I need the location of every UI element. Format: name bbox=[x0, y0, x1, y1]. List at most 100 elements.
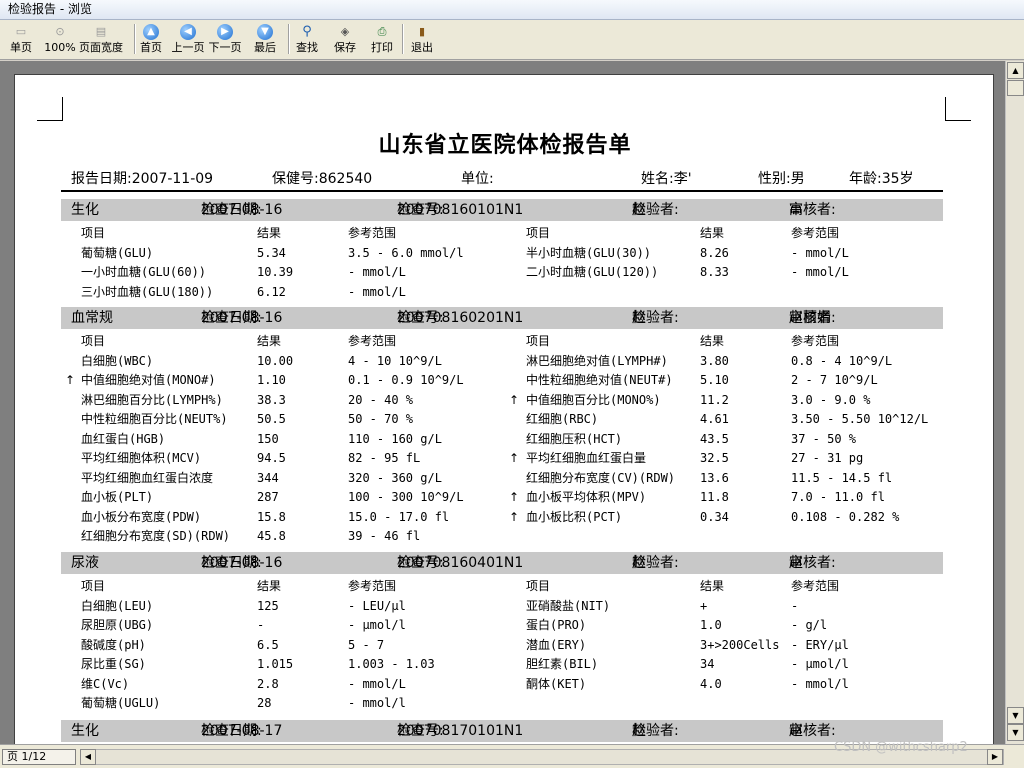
toolbar-label: 打印 bbox=[371, 41, 393, 54]
column-header-row: 项目 结果 参考范围 项目 结果 参考范围 bbox=[15, 226, 995, 242]
test-reference-range: - mmol/L bbox=[348, 285, 406, 299]
table-row: 淋巴细胞百分比(LYMPH%) 38.3 20 - 40 % ↑ 中值细胞百分比(MON… bbox=[15, 393, 995, 409]
toolbar-label: 上一页 bbox=[171, 41, 205, 54]
zoom-100-button[interactable]: ⊙ 100% bbox=[44, 22, 76, 58]
column-header-row: 项目 结果 参考范围 项目 结果 参考范围 bbox=[15, 579, 995, 595]
reviewer-value: 赵丽娟 bbox=[789, 310, 831, 326]
test-item: 淋巴细胞百分比(LYMPH%) bbox=[81, 393, 223, 407]
column-header-result: 结果 bbox=[257, 226, 282, 240]
table-row: 尿比重(SG) 1.015 1.003 - 1.03 胆红素(BIL) 34 - μmol… bbox=[15, 657, 995, 673]
page-margin-corner-left bbox=[37, 97, 63, 121]
test-result: 43.5 bbox=[700, 432, 729, 446]
scroll-up-button[interactable]: ▲ bbox=[1007, 62, 1024, 79]
test-reference-range: 27 - 31 pg bbox=[791, 451, 864, 465]
test-result: 125 bbox=[257, 599, 279, 613]
scroll-left-button[interactable]: ◀ bbox=[80, 749, 96, 765]
test-reference-range: - ERY/μl bbox=[791, 638, 849, 652]
test-item: 半小时血糖(GLU(30)) bbox=[526, 246, 652, 260]
test-reference-range: 50 - 70 % bbox=[348, 412, 414, 426]
column-header-item: 项目 bbox=[526, 334, 551, 348]
test-reference-range: 0.1 - 0.9 10^9/L bbox=[348, 373, 464, 387]
toolbar-label: 最后 bbox=[254, 41, 276, 54]
test-result: 4.0 bbox=[700, 677, 722, 691]
column-header-result: 结果 bbox=[700, 334, 725, 348]
last-page-button[interactable]: ▼ 最后 bbox=[250, 22, 280, 58]
section-header: 生化 检查日期: 2007-08-17 检查号: 200708170101N1 检验者: 赵… bbox=[61, 720, 943, 742]
table-row: 血红蛋白(HGB) 150 110 - 160 g/L 红细胞压积(HCT) 43.5 3… bbox=[15, 432, 995, 448]
test-item: 血小板(PLT) bbox=[81, 490, 154, 504]
column-header-item: 项目 bbox=[81, 226, 106, 240]
vertical-scrollbar[interactable]: ▲ ▼ ▼ bbox=[1005, 61, 1024, 744]
save-button[interactable]: ◈ 保存 bbox=[329, 22, 361, 58]
test-result: 10.00 bbox=[257, 354, 294, 368]
scroll-thumb[interactable] bbox=[1007, 80, 1024, 96]
test-item: 淋巴细胞绝对值(LYMPH#) bbox=[526, 354, 668, 368]
find-button[interactable]: ⚲ 查找 bbox=[292, 22, 322, 58]
test-result: 150 bbox=[257, 432, 279, 446]
table-row: 中性粒细胞百分比(NEUT%) 50.5 50 - 70 % 红细胞(RBC) 4.61… bbox=[15, 412, 995, 428]
test-reference-range: 3.0 - 9.0 % bbox=[791, 393, 871, 407]
test-item: 尿比重(SG) bbox=[81, 657, 146, 671]
single-page-button[interactable]: ▭ 单页 bbox=[5, 22, 37, 58]
table-row: 葡萄糖(GLU) 5.34 3.5 - 6.0 mmol/l 半小时血糖(GLU(30… bbox=[15, 246, 995, 262]
test-item: 中性粒细胞绝对值(NEUT#) bbox=[526, 373, 673, 387]
check-date-value: 2007-08-16 bbox=[201, 555, 283, 571]
reviewer-value: 赵 bbox=[789, 723, 803, 739]
test-item: 平均红细胞体积(MCV) bbox=[81, 451, 202, 465]
scroll-right-button[interactable]: ▶ bbox=[987, 749, 1003, 765]
test-result: 11.8 bbox=[700, 490, 729, 504]
page-width-button[interactable]: ▤ 页面宽度 bbox=[76, 22, 126, 58]
toolbar-separator bbox=[134, 24, 136, 54]
first-page-button[interactable]: ▲ 首页 bbox=[136, 22, 166, 58]
next-page-button[interactable]: ▶ 下一页 bbox=[206, 22, 244, 58]
column-header-item: 项目 bbox=[526, 579, 551, 593]
test-result: - bbox=[257, 618, 265, 632]
report-title: 山东省立医院体检报告单 bbox=[378, 132, 632, 158]
test-reference-range: - mmol/L bbox=[348, 677, 406, 691]
toolbar-separator bbox=[402, 24, 404, 54]
arrow-left-icon: ◀ bbox=[84, 752, 92, 761]
table-row: 平均红细胞体积(MCV) 94.5 82 - 95 fL ↑ 平均红细胞血红蛋白量 32.… bbox=[15, 451, 995, 467]
scroll-down-button[interactable]: ▼ bbox=[1007, 707, 1024, 724]
table-row: ↑ 中值细胞绝对值(MONO#) 1.10 0.1 - 0.9 10^9/L 中性粒细胞… bbox=[15, 373, 995, 389]
test-result: 28 bbox=[257, 696, 272, 710]
test-item: 白细胞(WBC) bbox=[81, 354, 154, 368]
column-header-result: 结果 bbox=[257, 334, 282, 348]
tester-value: 赵 bbox=[632, 723, 646, 739]
exit-button[interactable]: ▮ 退出 bbox=[406, 22, 438, 58]
test-item: 红细胞分布宽度(SD)(RDW) bbox=[81, 529, 231, 543]
test-item: 平均红细胞血红蛋白量 bbox=[526, 451, 647, 465]
test-reference-range: 37 - 50 % bbox=[791, 432, 857, 446]
test-item: 蛋白(PRO) bbox=[526, 618, 587, 632]
tester-value: 赵 bbox=[632, 202, 646, 218]
save-icon: ◈ bbox=[340, 25, 350, 38]
column-header-range: 参考范围 bbox=[791, 579, 840, 593]
check-date-value: 2007-08-16 bbox=[201, 310, 283, 326]
prev-page-button[interactable]: ◀ 上一页 bbox=[170, 22, 206, 58]
toolbar: ▭ 单页 ⊙ 100% ▤ 页面宽度 ▲ 首页 ◀ 上一页 ▶ 下一页 ▼ 最后 ⚲ 查找 ◈ 保存 ⎙ 打印 ▮ 退出 bbox=[0, 20, 1024, 60]
header-divider bbox=[61, 190, 943, 192]
test-item: 白细胞(LEU) bbox=[81, 599, 154, 613]
test-item: 酸碱度(pH) bbox=[81, 638, 146, 652]
table-row: 血小板(PLT) 287 100 - 300 10^9/L ↑ 血小板平均体积(MPV)… bbox=[15, 490, 995, 506]
check-number-value: 200708160401N1 bbox=[397, 555, 524, 571]
test-reference-range: 1.003 - 1.03 bbox=[348, 657, 435, 671]
test-item: 红细胞分布宽度(CV)(RDW) bbox=[526, 471, 676, 485]
test-item: 葡萄糖(GLU) bbox=[81, 246, 154, 260]
toolbar-label: 页面宽度 bbox=[79, 41, 123, 54]
test-item: 血小板分布宽度(PDW) bbox=[81, 510, 202, 524]
report-viewport[interactable]: 山东省立医院体检报告单 报告日期:2007-11-09 保健号:862540 单… bbox=[0, 61, 1005, 744]
test-item: 红细胞压积(HCT) bbox=[526, 432, 623, 446]
column-header-result: 结果 bbox=[257, 579, 282, 593]
print-button[interactable]: ⎙ 打印 bbox=[366, 22, 398, 58]
toolbar-label: 首页 bbox=[140, 41, 162, 54]
test-result: 3.80 bbox=[700, 354, 729, 368]
test-reference-range: 3.5 - 6.0 mmol/l bbox=[348, 246, 464, 260]
test-reference-range: 4 - 10 10^9/L bbox=[348, 354, 442, 368]
test-reference-range: 320 - 360 g/L bbox=[348, 471, 442, 485]
scroll-down-button-2[interactable]: ▼ bbox=[1007, 724, 1024, 741]
test-result: 32.5 bbox=[700, 451, 729, 465]
section-header: 生化 检查日期: 2007-08-16 检查号: 200708160101N1 检验者: 赵… bbox=[61, 199, 943, 221]
test-result: 13.6 bbox=[700, 471, 729, 485]
test-reference-range: - μmol/l bbox=[791, 657, 849, 671]
